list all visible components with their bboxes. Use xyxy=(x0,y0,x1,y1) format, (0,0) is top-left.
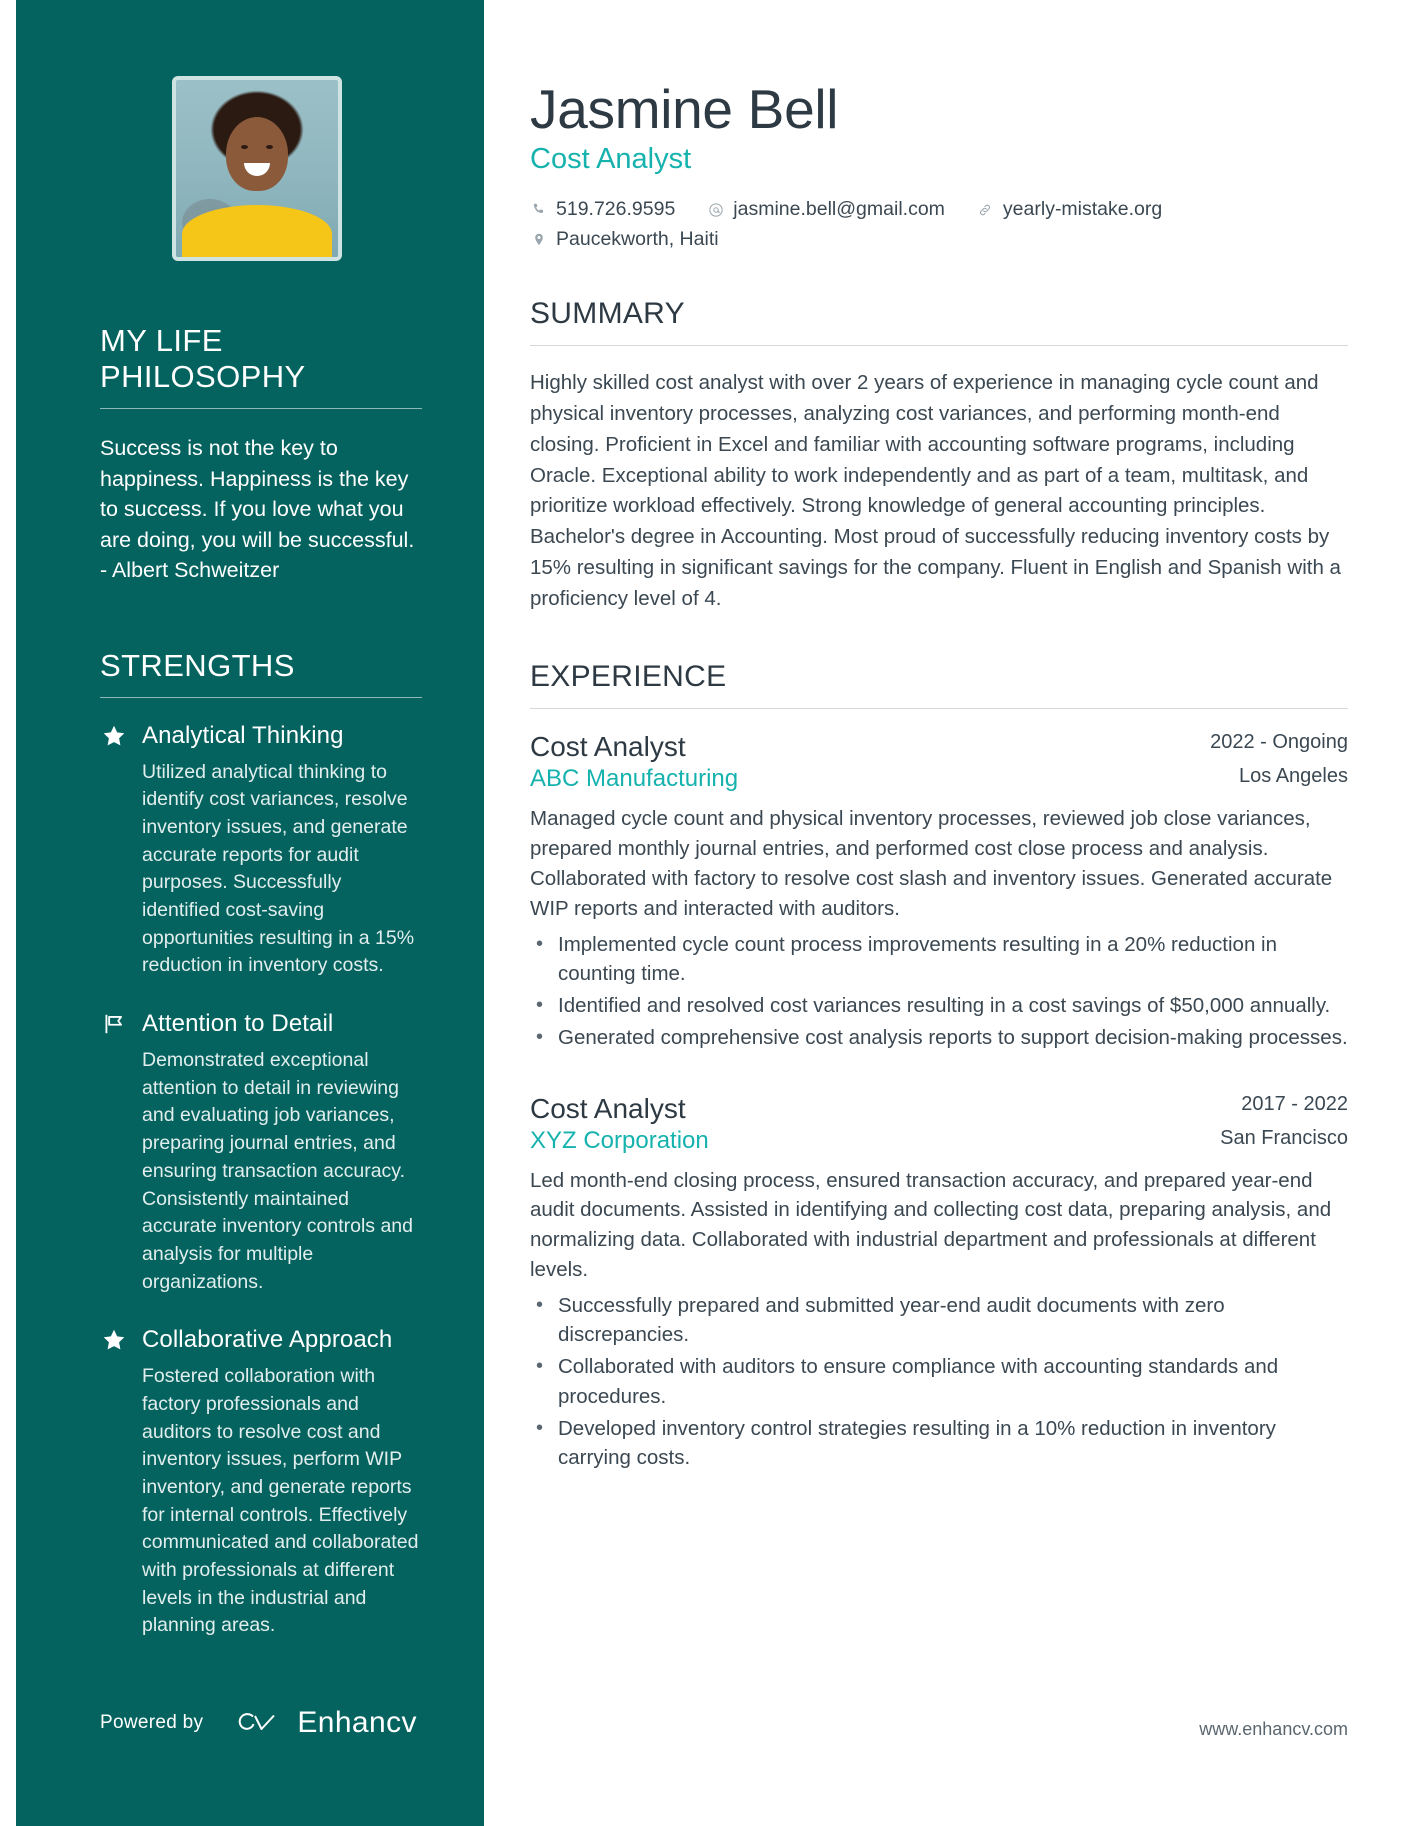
photo-eye-right xyxy=(266,145,274,150)
phone-icon xyxy=(530,200,547,219)
job-company[interactable]: ABC Manufacturing xyxy=(530,765,738,793)
contact-email-value: jasmine.bell@gmail.com xyxy=(733,198,945,221)
contact-phone[interactable]: 519.726.9595 xyxy=(530,198,675,221)
page-title: Jasmine Bell xyxy=(530,78,839,140)
bullet-dot-icon: • xyxy=(536,1355,544,1378)
experience-item: Cost Analyst 2022 - Ongoing ABC Manufact… xyxy=(530,731,1348,1052)
enhancv-logo: Enhancv xyxy=(233,1706,417,1740)
experience-heading: EXPERIENCE xyxy=(530,660,727,694)
strengths-divider xyxy=(100,696,422,698)
bullet-dot-icon: • xyxy=(536,1026,544,1049)
job-dates: 2022 - Ongoing xyxy=(1210,731,1348,754)
strength-title: Analytical Thinking xyxy=(142,721,344,749)
strength-title: Collaborative Approach xyxy=(142,1326,393,1354)
job-bullet: • Successfully prepared and submitted ye… xyxy=(536,1291,1348,1349)
bullet-dot-icon: • xyxy=(536,1416,544,1439)
section-philosophy: MY LIFE PHILOSOPHY Success is not the ke… xyxy=(100,323,422,586)
bullet-dot-icon: • xyxy=(536,1294,544,1317)
job-description: Led month-end closing process, ensured t… xyxy=(530,1168,1332,1282)
link-icon xyxy=(977,200,994,219)
strength-item: Collaborative Approach Fostered collabor… xyxy=(100,1326,422,1640)
philosophy-heading: MY LIFE PHILOSOPHY xyxy=(100,323,306,394)
summary-text: Highly skilled cost analyst with over 2 … xyxy=(530,371,1341,610)
footer-url[interactable]: www.enhancv.com xyxy=(1199,1719,1348,1740)
contact-location: Paucekworth, Haiti xyxy=(530,228,719,251)
job-description: Managed cycle count and physical invento… xyxy=(530,807,1333,921)
philosophy-divider xyxy=(100,408,422,409)
experience-item: Cost Analyst 2017 - 2022 XYZ Corporation… xyxy=(530,1093,1348,1472)
contact-website[interactable]: yearly-mistake.org xyxy=(977,198,1162,221)
photo-eye-left xyxy=(240,145,248,150)
resume-page: MY LIFE PHILOSOPHY Success is not the ke… xyxy=(0,0,1410,1826)
job-bullet-text: Generated comprehensive cost analysis re… xyxy=(558,1026,1348,1050)
job-bullet: • Implemented cycle count process improv… xyxy=(536,930,1348,988)
section-strengths: STRENGTHS Analytical Thinking Utilized a… xyxy=(100,648,422,1641)
contact-website-value: yearly-mistake.org xyxy=(1002,198,1163,221)
experience-divider xyxy=(530,708,1348,710)
strength-item: Analytical Thinking Utilized analytical … xyxy=(100,722,422,981)
job-bullet-text: Successfully prepared and submitted year… xyxy=(558,1294,1225,1347)
strength-item: Attention to Detail Demonstrated excepti… xyxy=(100,1010,422,1296)
profile-photo xyxy=(176,80,338,257)
strength-body: Fostered collaboration with factory prof… xyxy=(142,1365,419,1637)
strengths-heading: STRENGTHS xyxy=(100,647,295,683)
resume-header: Jasmine Bell Cost Analyst 519.726.9595 j… xyxy=(530,78,1348,251)
job-bullet-list: • Implemented cycle count process improv… xyxy=(530,930,1348,1052)
job-bullet: • Collaborated with auditors to ensure c… xyxy=(536,1352,1348,1410)
sidebar: MY LIFE PHILOSOPHY Success is not the ke… xyxy=(0,0,484,1826)
contact-location-value: Paucekworth, Haiti xyxy=(556,228,719,251)
contact-email[interactable]: jasmine.bell@gmail.com xyxy=(707,198,945,221)
job-bullet-text: Collaborated with auditors to ensure com… xyxy=(558,1355,1279,1408)
job-location: San Francisco xyxy=(1220,1126,1348,1149)
section-summary: SUMMARY Highly skilled cost analyst with… xyxy=(530,297,1348,614)
contact-info: 519.726.9595 jasmine.bell@gmail.com year… xyxy=(530,198,1348,251)
star-icon xyxy=(100,1326,128,1354)
strength-body: Utilized analytical thinking to identify… xyxy=(142,760,415,977)
job-role-subtitle: Cost Analyst xyxy=(530,143,692,176)
bullet-dot-icon: • xyxy=(536,933,544,956)
job-bullet: • Generated comprehensive cost analysis … xyxy=(536,1023,1348,1052)
star-icon xyxy=(100,722,128,750)
strength-title: Attention to Detail xyxy=(142,1010,334,1038)
job-dates: 2017 - 2022 xyxy=(1241,1092,1348,1115)
powered-by-label: Powered by xyxy=(100,1712,204,1733)
job-bullet-text: Identified and resolved cost variances r… xyxy=(558,994,1331,1018)
experience-spacer xyxy=(530,1059,1348,1093)
job-bullet-text: Implemented cycle count process improvem… xyxy=(558,933,1277,986)
sidebar-footer: Powered by Enhancv xyxy=(100,1706,417,1740)
job-bullet-text: Developed inventory control strategies r… xyxy=(558,1416,1276,1469)
flag-icon xyxy=(100,1010,128,1038)
job-title: Cost Analyst xyxy=(530,1092,686,1124)
job-bullet: • Identified and resolved cost variances… xyxy=(536,991,1348,1020)
job-bullet-list: • Successfully prepared and submitted ye… xyxy=(530,1291,1348,1472)
contact-phone-value: 519.726.9595 xyxy=(556,198,676,221)
philosophy-text: Success is not the key to happiness. Hap… xyxy=(100,436,415,583)
job-title: Cost Analyst xyxy=(530,731,686,763)
email-icon xyxy=(707,200,724,219)
summary-heading: SUMMARY xyxy=(530,297,685,331)
brand-name: Enhancv xyxy=(297,1706,417,1739)
main-content: Jasmine Bell Cost Analyst 519.726.9595 j… xyxy=(484,0,1410,1826)
job-bullet: • Developed inventory control strategies… xyxy=(536,1414,1348,1472)
job-company[interactable]: XYZ Corporation xyxy=(530,1127,709,1155)
photo-sweater xyxy=(182,205,332,257)
photo-face xyxy=(226,117,288,192)
section-experience: EXPERIENCE Cost Analyst 2022 - Ongoing A… xyxy=(530,660,1348,1471)
avatar xyxy=(172,76,342,261)
job-location: Los Angeles xyxy=(1239,765,1348,788)
strength-body: Demonstrated exceptional attention to de… xyxy=(142,1049,413,1293)
summary-divider xyxy=(530,345,1348,347)
location-pin-icon xyxy=(530,230,547,249)
bullet-dot-icon: • xyxy=(536,994,544,1017)
photo-smile xyxy=(244,163,270,177)
